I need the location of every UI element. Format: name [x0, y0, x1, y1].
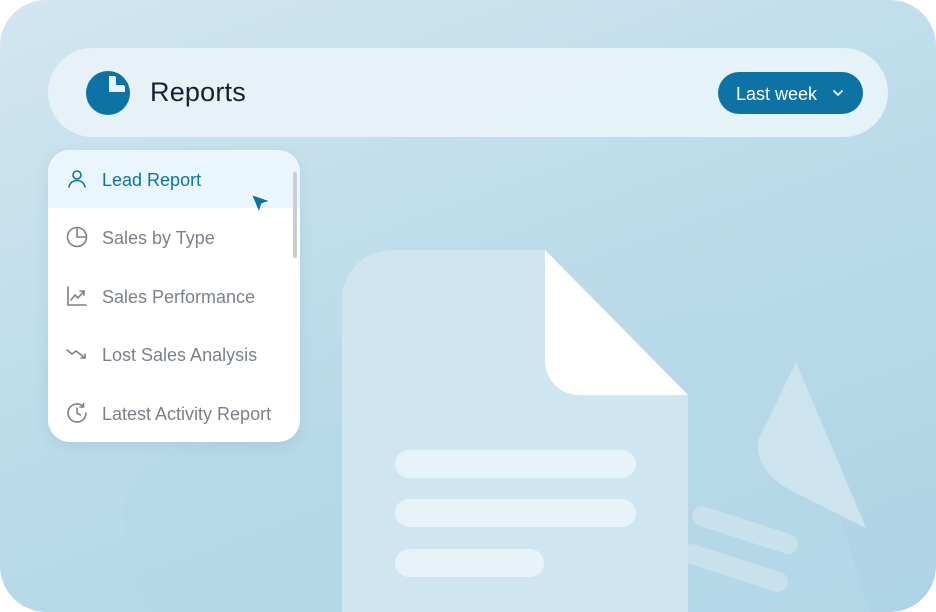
trending-up-icon: [67, 286, 87, 306]
page-title: Reports: [150, 77, 246, 107]
menu-item-label: Lost Sales Analysis: [102, 345, 258, 365]
pie-chart-icon: [86, 71, 130, 115]
menu-item-label: Lead Report: [102, 170, 202, 190]
report-header-bar: Reports Last week: [48, 48, 888, 137]
menu-item-latest-activity-report[interactable]: Latest Activity Report: [48, 384, 300, 442]
period-dropdown-button[interactable]: Last week: [718, 72, 863, 114]
app-canvas: Reports Last week Lead Report Sales by T…: [0, 0, 936, 612]
menu-item-label: Sales Performance: [102, 287, 256, 307]
menu-item-label: Latest Activity Report: [102, 404, 272, 424]
pie-chart-icon: [66, 226, 88, 248]
period-dropdown-label: Last week: [736, 84, 818, 104]
menu-item-lost-sales-analysis[interactable]: Lost Sales Analysis: [48, 325, 300, 383]
menu-scrollbar[interactable]: [293, 172, 297, 258]
mouse-pointer-icon: [250, 193, 272, 214]
user-icon: [68, 170, 86, 188]
trending-down-icon: [66, 349, 86, 359]
clock-history-icon: [67, 402, 87, 423]
chevron-down-icon: [833, 90, 843, 96]
menu-item-label: Sales by Type: [102, 228, 215, 248]
menu-item-sales-performance[interactable]: Sales Performance: [48, 267, 300, 325]
